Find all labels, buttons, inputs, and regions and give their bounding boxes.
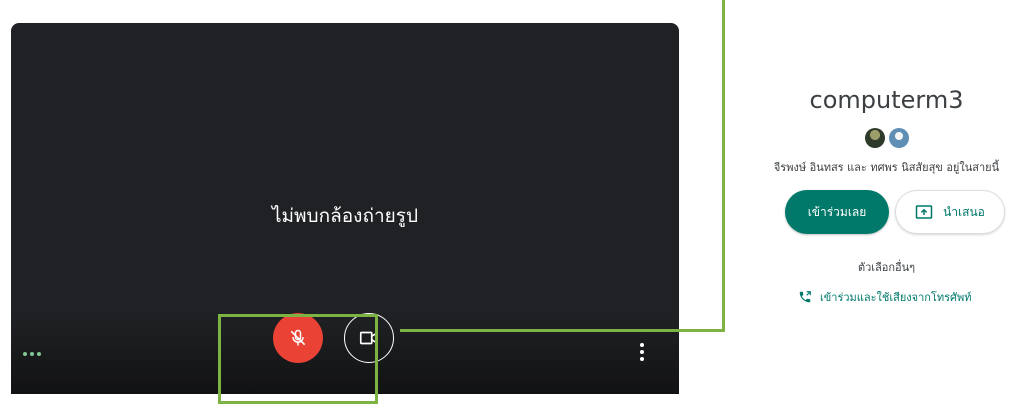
phone-forward-icon [799,291,811,303]
annotation-highlight-box [218,314,378,404]
participants-text: จีรพงษ์ อินทสร และ ทศพร นิสสัยสุข อยู่ใน… [773,161,1000,174]
join-now-label: เข้าร่วมเลย [807,204,867,219]
present-label: นำเสนอ [943,204,985,219]
no-camera-message: ไม่พบกล้องถ่ายรูป [271,205,419,227]
annotation-connector-vertical [722,0,725,332]
present-to-all-icon [915,205,933,219]
more-options-horizontal-icon[interactable] [23,352,41,356]
join-with-phone-label: เข้าร่วมและใช้เสียงจากโทรศัพท์ [820,291,972,304]
more-options-vertical-icon[interactable] [640,343,644,361]
other-options-heading: ตัวเลือกอื่นๆ [857,261,916,274]
meeting-title: computerm3 [809,86,964,114]
avatar [889,128,909,148]
avatar [865,128,885,148]
join-now-button[interactable]: เข้าร่วมเลย [785,190,889,234]
join-panel: computerm3 จีรพงษ์ อินทสร และ ทศพร นิสสั… [752,0,1021,394]
join-with-phone-link[interactable]: เข้าร่วมและใช้เสียงจากโทรศัพท์ [798,288,972,306]
present-button[interactable]: นำเสนอ [895,190,1005,234]
annotation-connector-horizontal [400,329,725,332]
participant-avatars [865,128,909,148]
